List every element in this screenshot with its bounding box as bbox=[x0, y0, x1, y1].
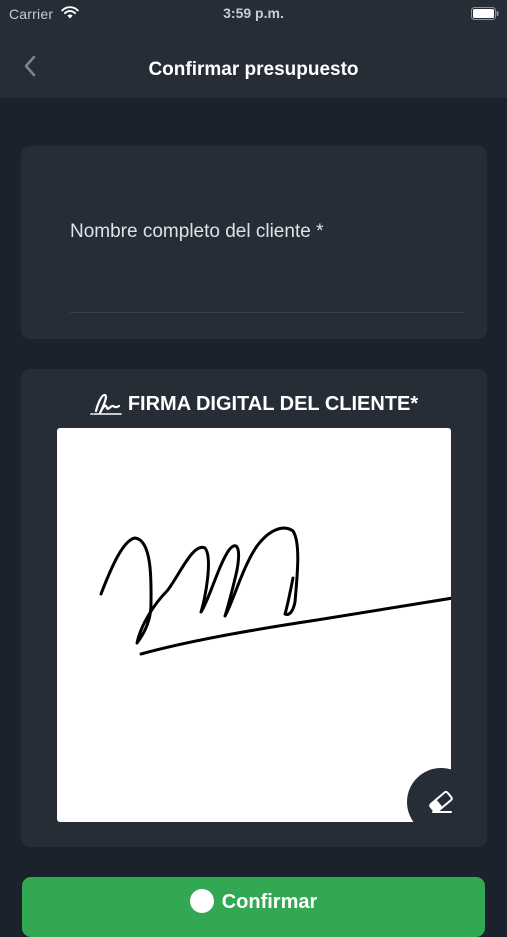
erase-signature-button[interactable] bbox=[407, 768, 475, 836]
signature-header: FIRMA DIGITAL DEL CLIENTE* bbox=[21, 391, 487, 417]
navigation-bar: Confirmar presupuesto bbox=[0, 28, 507, 98]
status-time: 3:59 p.m. bbox=[223, 5, 284, 21]
client-name-input[interactable] bbox=[70, 252, 464, 313]
status-bar: Carrier 3:59 p.m. bbox=[0, 0, 507, 28]
signature-pad[interactable] bbox=[57, 428, 451, 822]
signature-stroke bbox=[99, 526, 451, 656]
eraser-icon bbox=[429, 790, 453, 814]
signature-card: FIRMA DIGITAL DEL CLIENTE* bbox=[21, 369, 487, 847]
signature-title: FIRMA DIGITAL DEL CLIENTE* bbox=[127, 392, 419, 415]
battery-icon bbox=[471, 7, 499, 20]
check-circle-icon bbox=[189, 889, 214, 913]
client-name-card: Nombre completo del cliente * bbox=[21, 146, 487, 339]
client-name-label: Nombre completo del cliente * bbox=[70, 221, 324, 242]
confirm-button[interactable]: Confirmar bbox=[22, 877, 485, 937]
signature-icon bbox=[90, 393, 122, 415]
page-title: Confirmar presupuesto bbox=[148, 59, 359, 80]
confirm-button-label: Confirmar bbox=[221, 891, 318, 913]
